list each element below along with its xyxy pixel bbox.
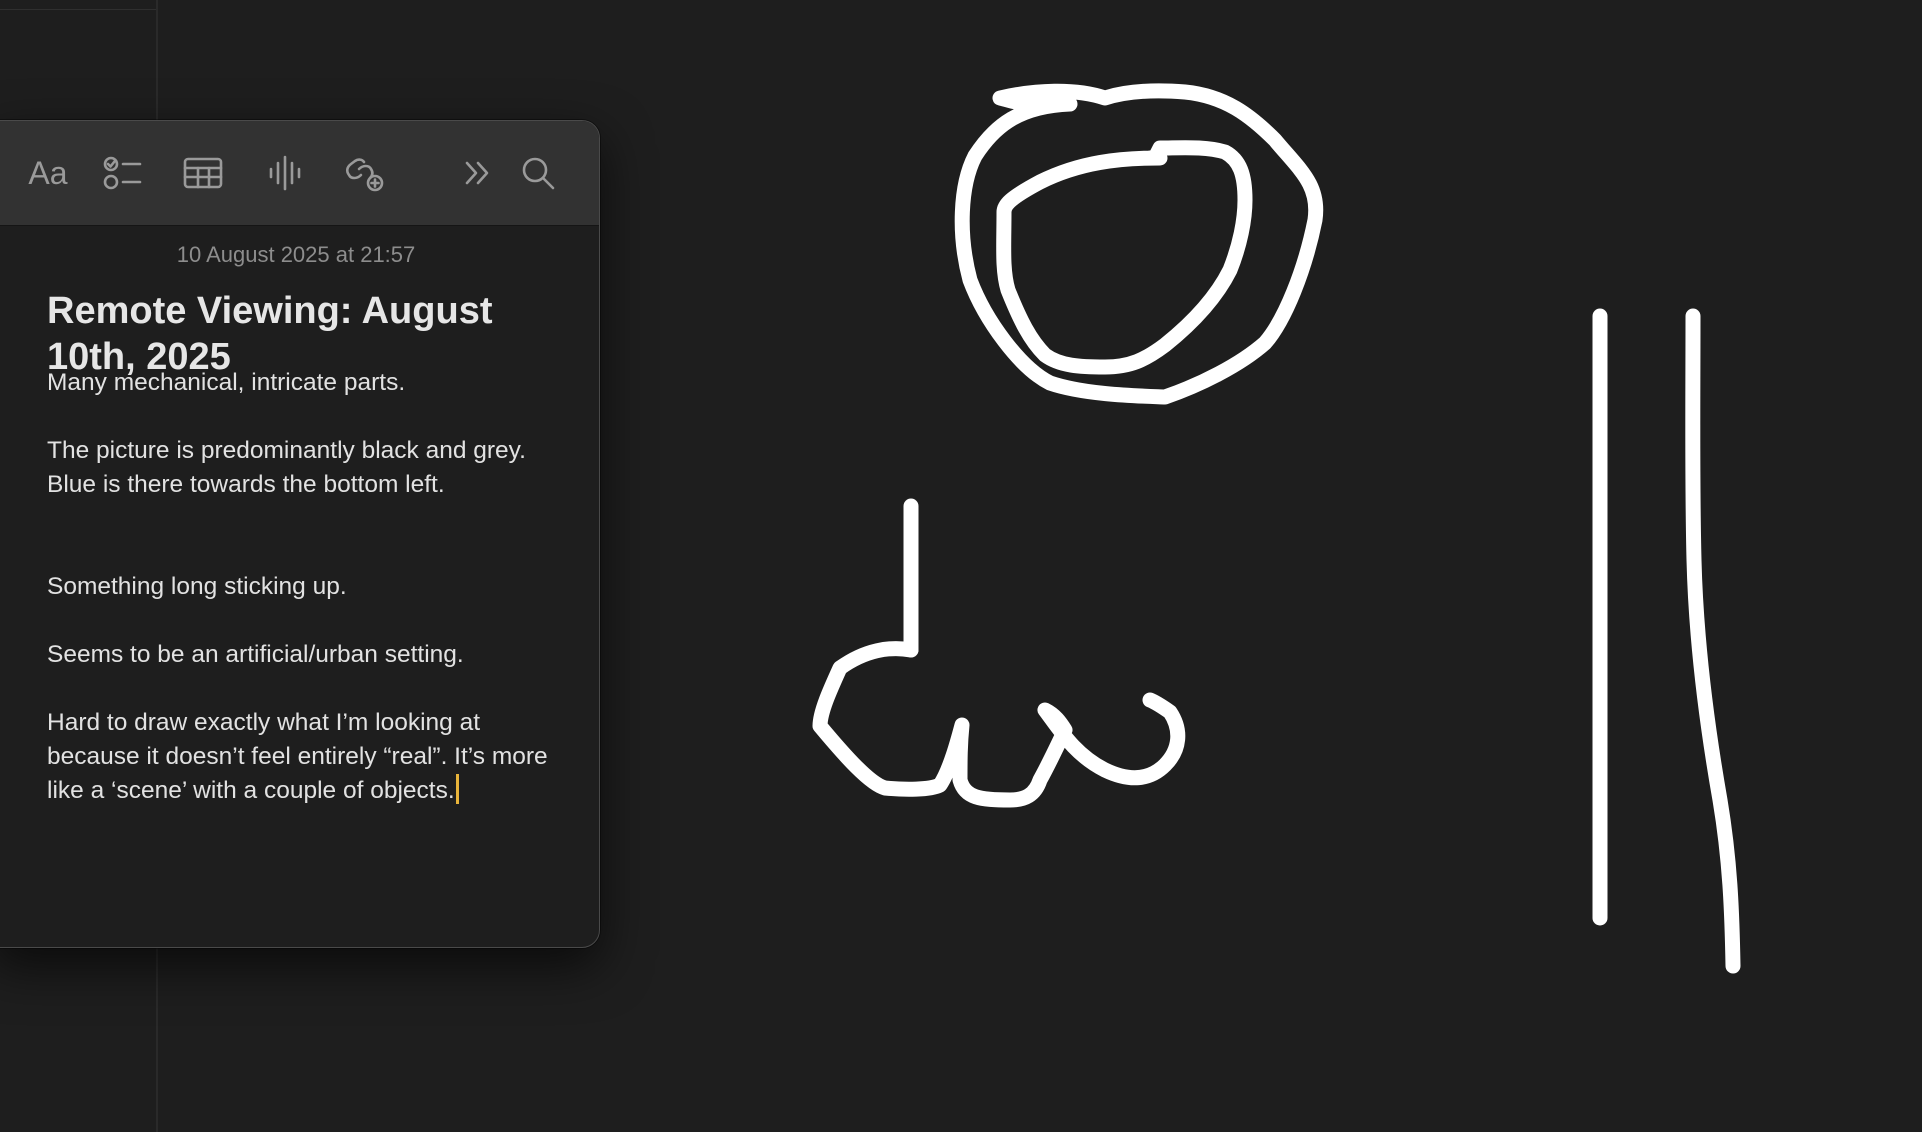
text-format-icon: Aa: [28, 154, 68, 191]
search-button[interactable]: [513, 147, 563, 199]
note-paragraph-last[interactable]: Hard to draw exactly what I’m looking at…: [47, 706, 567, 808]
note-paragraph[interactable]: Seems to be an artificial/urban setting.: [47, 638, 567, 672]
link-add-icon: [345, 158, 384, 192]
audio-button[interactable]: [255, 147, 315, 199]
note-paragraph[interactable]: The picture is predominantly black and g…: [47, 434, 567, 502]
drawing-canvas[interactable]: Aa 10 August 2025 at 21:57 Remote Viewin…: [0, 0, 1922, 1132]
more-button[interactable]: [453, 147, 503, 199]
sketch-stroke-outer-circle: [954, 83, 1324, 405]
sketch-stroke-inner-circle: [996, 140, 1253, 375]
chevron-double-right-icon: [465, 161, 489, 185]
sketch-stroke-squiggle: [812, 641, 1186, 808]
checklist-icon: [103, 156, 142, 190]
note-timestamp: 10 August 2025 at 21:57: [176, 242, 416, 267]
table-button[interactable]: [173, 147, 233, 199]
sketch-stroke-right-line: [1685, 308, 1741, 974]
waveform-icon: [269, 155, 301, 191]
format-button[interactable]: Aa: [13, 147, 83, 199]
note-body[interactable]: 10 August 2025 at 21:57 Remote Viewing: …: [0, 226, 599, 946]
note-paragraph[interactable]: Something long sticking up.: [47, 570, 567, 604]
note-paragraph[interactable]: Many mechanical, intricate parts.: [47, 366, 567, 400]
link-button[interactable]: [335, 147, 395, 199]
note-toolbar: Aa: [0, 121, 599, 226]
search-icon: [522, 157, 555, 190]
checklist-button[interactable]: [93, 147, 153, 199]
note-window[interactable]: Aa 10 August 2025 at 21:57 Remote Viewin…: [0, 120, 600, 948]
note-paragraph-text: Hard to draw exactly what I’m looking at…: [47, 709, 548, 804]
table-icon: [183, 157, 223, 189]
text-caret: [455, 774, 459, 804]
